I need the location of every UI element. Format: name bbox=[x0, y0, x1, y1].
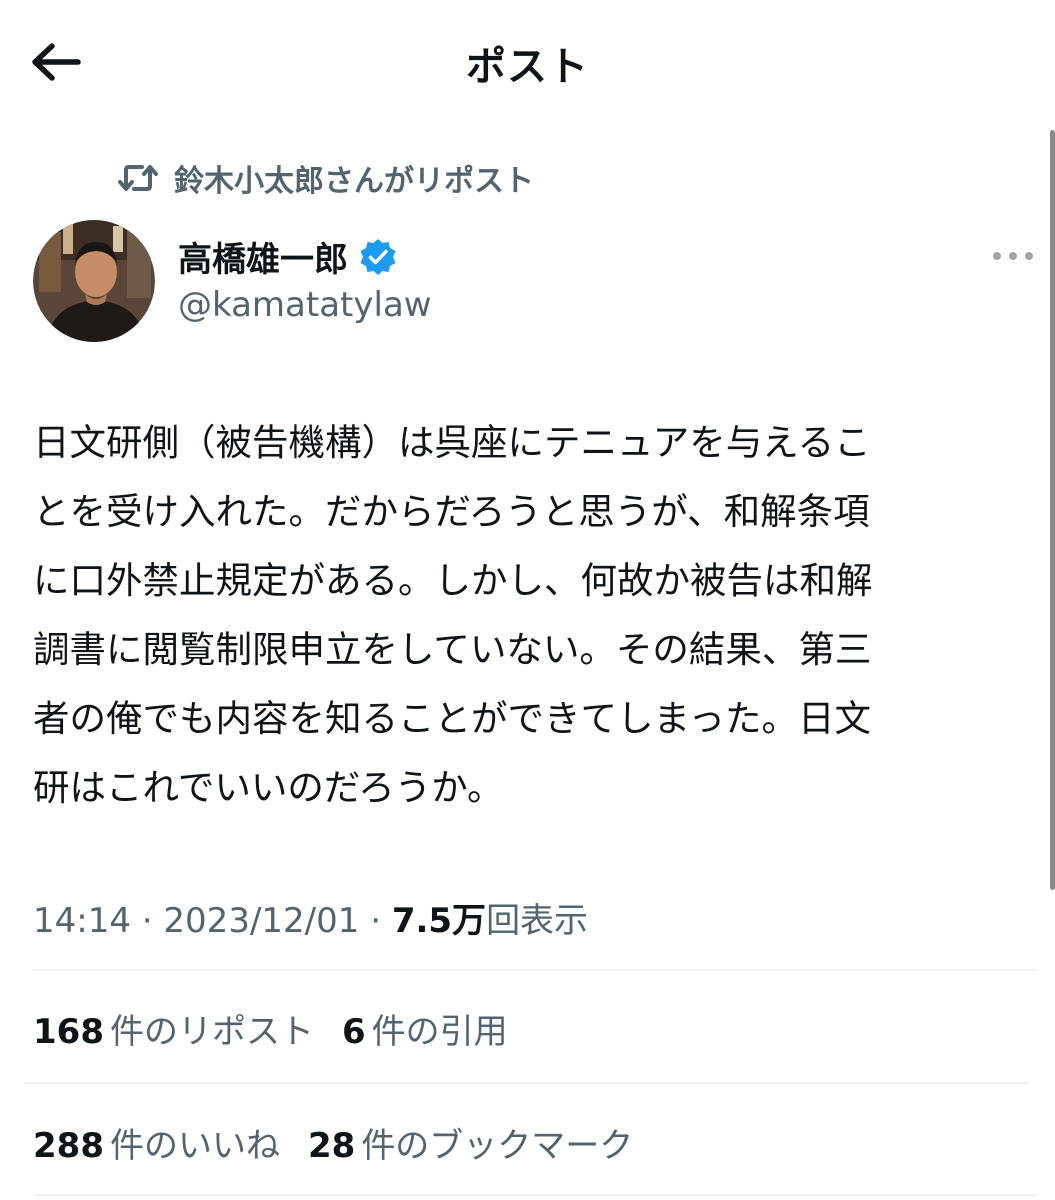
meta-separator: · bbox=[141, 901, 164, 941]
quotes-label: 件の引用 bbox=[371, 1012, 508, 1052]
likes-label: 件のいいね bbox=[109, 1126, 280, 1166]
views-count: 7.5万 bbox=[391, 901, 487, 941]
author-name-row[interactable]: 高橋雄一郎 bbox=[178, 232, 398, 281]
quotes-stat[interactable]: 6 件の引用 bbox=[342, 1004, 508, 1053]
reposts-stat[interactable]: 168 件のリポスト bbox=[33, 1004, 314, 1053]
tweet-time[interactable]: 14:14 bbox=[33, 901, 131, 941]
tweet-meta: 14:14 · 2023/12/01 · 7.5万回表示 bbox=[33, 893, 588, 942]
quotes-count: 6 bbox=[341, 1012, 366, 1052]
reposts-count: 168 bbox=[33, 1012, 104, 1052]
bookmarks-count: 28 bbox=[307, 1126, 356, 1166]
reposts-label: 件のリポスト bbox=[109, 1012, 314, 1052]
meta-separator: · bbox=[370, 901, 392, 941]
tweet-date[interactable]: 2023/12/01 bbox=[163, 901, 359, 941]
top-bar: ポスト bbox=[0, 0, 1055, 120]
more-horizontal-icon[interactable] bbox=[988, 243, 1038, 269]
stats-row-reposts: 168 件のリポスト 6 件の引用 bbox=[33, 1004, 536, 1053]
repost-context-text: 鈴木小太郎さんがリポスト bbox=[174, 164, 534, 199]
repost-icon bbox=[118, 165, 158, 191]
likes-stat[interactable]: 288 件のいいね bbox=[33, 1118, 280, 1167]
bookmarks-label: 件のブックマーク bbox=[361, 1126, 634, 1166]
page-title: ポスト bbox=[466, 44, 589, 90]
tweet-text: 日文研側（被告機構）は呉座にテニュアを与えるこ とを受け入れた。だからだろうと思… bbox=[33, 421, 873, 809]
bookmarks-stat[interactable]: 28 件のブックマーク bbox=[308, 1118, 633, 1167]
divider bbox=[33, 1194, 1037, 1196]
scrollbar[interactable] bbox=[1050, 130, 1055, 890]
repost-context[interactable]: 鈴木小太郎さんがリポスト bbox=[118, 156, 534, 200]
stats-row-likes: 288 件のいいね 28 件のブックマーク bbox=[33, 1118, 661, 1167]
divider bbox=[33, 969, 1037, 971]
avatar[interactable] bbox=[33, 220, 155, 342]
verified-badge-icon bbox=[360, 238, 396, 275]
avatar-photo bbox=[33, 220, 155, 342]
divider bbox=[24, 1082, 1028, 1084]
post-detail-screen: ポスト 鈴木小太郎さんがリポスト 高橋雄一郎 @kamatatylaw 日文研側… bbox=[0, 0, 1055, 1200]
likes-count: 288 bbox=[33, 1126, 104, 1166]
author-handle[interactable]: @kamatatylaw bbox=[178, 285, 432, 325]
author-name: 高橋雄一郎 bbox=[178, 240, 348, 280]
views-label: 回表示 bbox=[486, 901, 589, 941]
